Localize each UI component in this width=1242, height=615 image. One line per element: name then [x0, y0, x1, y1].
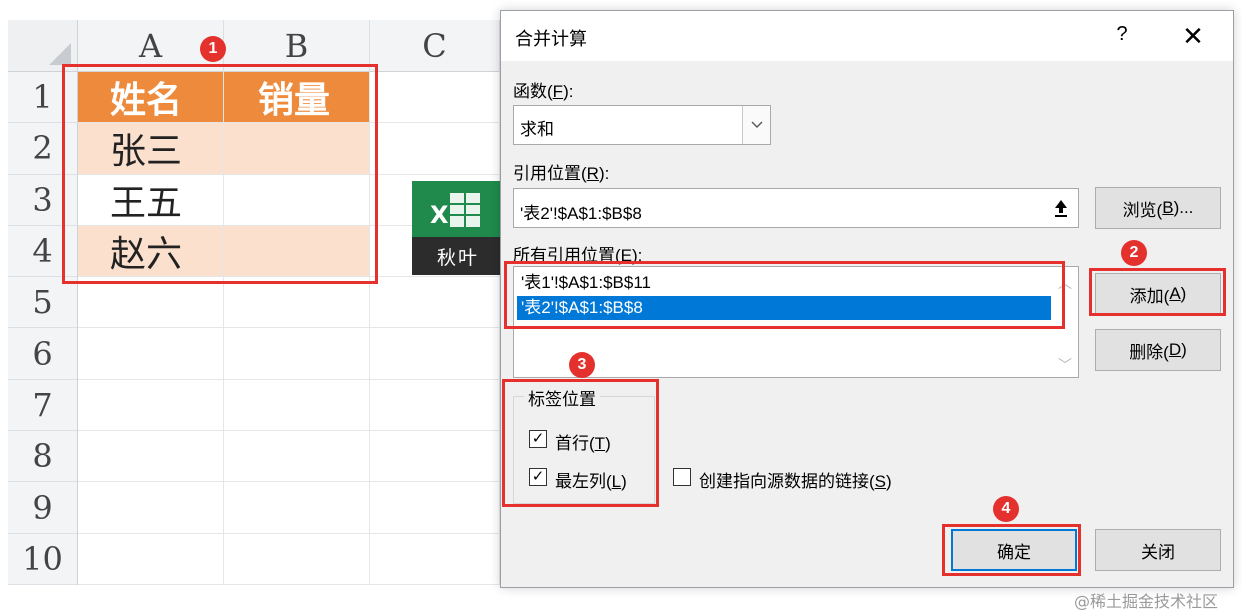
step-badge-1: 1 [200, 36, 226, 62]
cell[interactable] [224, 533, 370, 584]
chevron-down-icon[interactable] [742, 106, 770, 144]
function-label: 函数(F): [513, 82, 574, 101]
browse-button[interactable]: 浏览(B)... [1095, 187, 1221, 229]
highlight-box-labels [502, 379, 659, 507]
table-row [78, 379, 502, 432]
cell[interactable] [370, 277, 500, 328]
cell[interactable] [370, 123, 500, 174]
step-badge-3: 3 [569, 352, 595, 378]
qiuye-logo: X 秋叶 [412, 181, 504, 275]
help-button[interactable]: ? [1104, 23, 1140, 51]
cell[interactable] [78, 379, 224, 431]
cell[interactable] [224, 482, 370, 533]
cell[interactable] [370, 328, 500, 379]
cell[interactable] [78, 482, 224, 533]
logo-caption: 秋叶 [412, 237, 504, 275]
row-header[interactable]: 7 [8, 380, 77, 432]
cell[interactable] [370, 533, 500, 584]
function-select-value: 求和 [520, 120, 554, 139]
row-header[interactable]: 8 [8, 431, 77, 483]
close-button[interactable]: 关闭 [1095, 529, 1221, 571]
table-row [78, 277, 502, 329]
cell[interactable] [78, 277, 224, 328]
svg-text:X: X [430, 201, 449, 229]
collapse-dialog-icon[interactable] [1046, 192, 1076, 224]
close-icon[interactable]: ✕ [1173, 21, 1213, 51]
dialog-title: 合并计算 [515, 29, 587, 49]
column-header-c[interactable]: C [370, 20, 500, 72]
cell[interactable] [370, 482, 500, 533]
step-badge-4: 4 [993, 496, 1019, 522]
row-header[interactable]: 9 [8, 482, 77, 534]
create-links-checkbox[interactable] [673, 468, 691, 486]
row-header[interactable]: 10 [8, 534, 77, 585]
cell[interactable] [370, 379, 500, 431]
excel-logo-icon: X [412, 181, 504, 237]
create-links-label: 创建指向源数据的链接(S) [699, 472, 892, 491]
scroll-down-icon[interactable]: ﹀ [1058, 355, 1072, 375]
cell[interactable] [78, 533, 224, 584]
cell[interactable] [370, 431, 500, 482]
table-row [78, 482, 502, 534]
reference-input-value: '表2'!$A$1:$B$8 [520, 204, 642, 223]
reference-label: 引用位置(R): [513, 164, 610, 183]
function-select[interactable]: 求和 [513, 105, 771, 145]
step-badge-2: 2 [1121, 240, 1147, 266]
cell[interactable] [78, 431, 224, 482]
highlight-box-table [62, 64, 378, 284]
table-row [78, 431, 502, 483]
delete-button[interactable]: 删除(D) [1095, 329, 1221, 371]
table-row [78, 533, 502, 585]
table-row [78, 328, 502, 380]
watermark: @稀土掘金技术社区 [1074, 592, 1219, 611]
cell[interactable] [370, 72, 500, 123]
select-all-icon [49, 43, 71, 65]
reference-input[interactable]: '表2'!$A$1:$B$8 [513, 188, 1079, 228]
cell[interactable] [224, 277, 370, 328]
dialog-titlebar[interactable]: 合并计算 ? ✕ [501, 11, 1233, 61]
cell[interactable] [224, 431, 370, 482]
cell[interactable] [224, 328, 370, 379]
row-header[interactable]: 5 [8, 277, 77, 329]
cell[interactable] [224, 379, 370, 431]
row-header[interactable]: 6 [8, 328, 77, 380]
cell[interactable] [78, 328, 224, 379]
highlight-box-ok [942, 524, 1081, 576]
highlight-box-references [504, 261, 1065, 329]
highlight-box-add [1089, 268, 1226, 316]
